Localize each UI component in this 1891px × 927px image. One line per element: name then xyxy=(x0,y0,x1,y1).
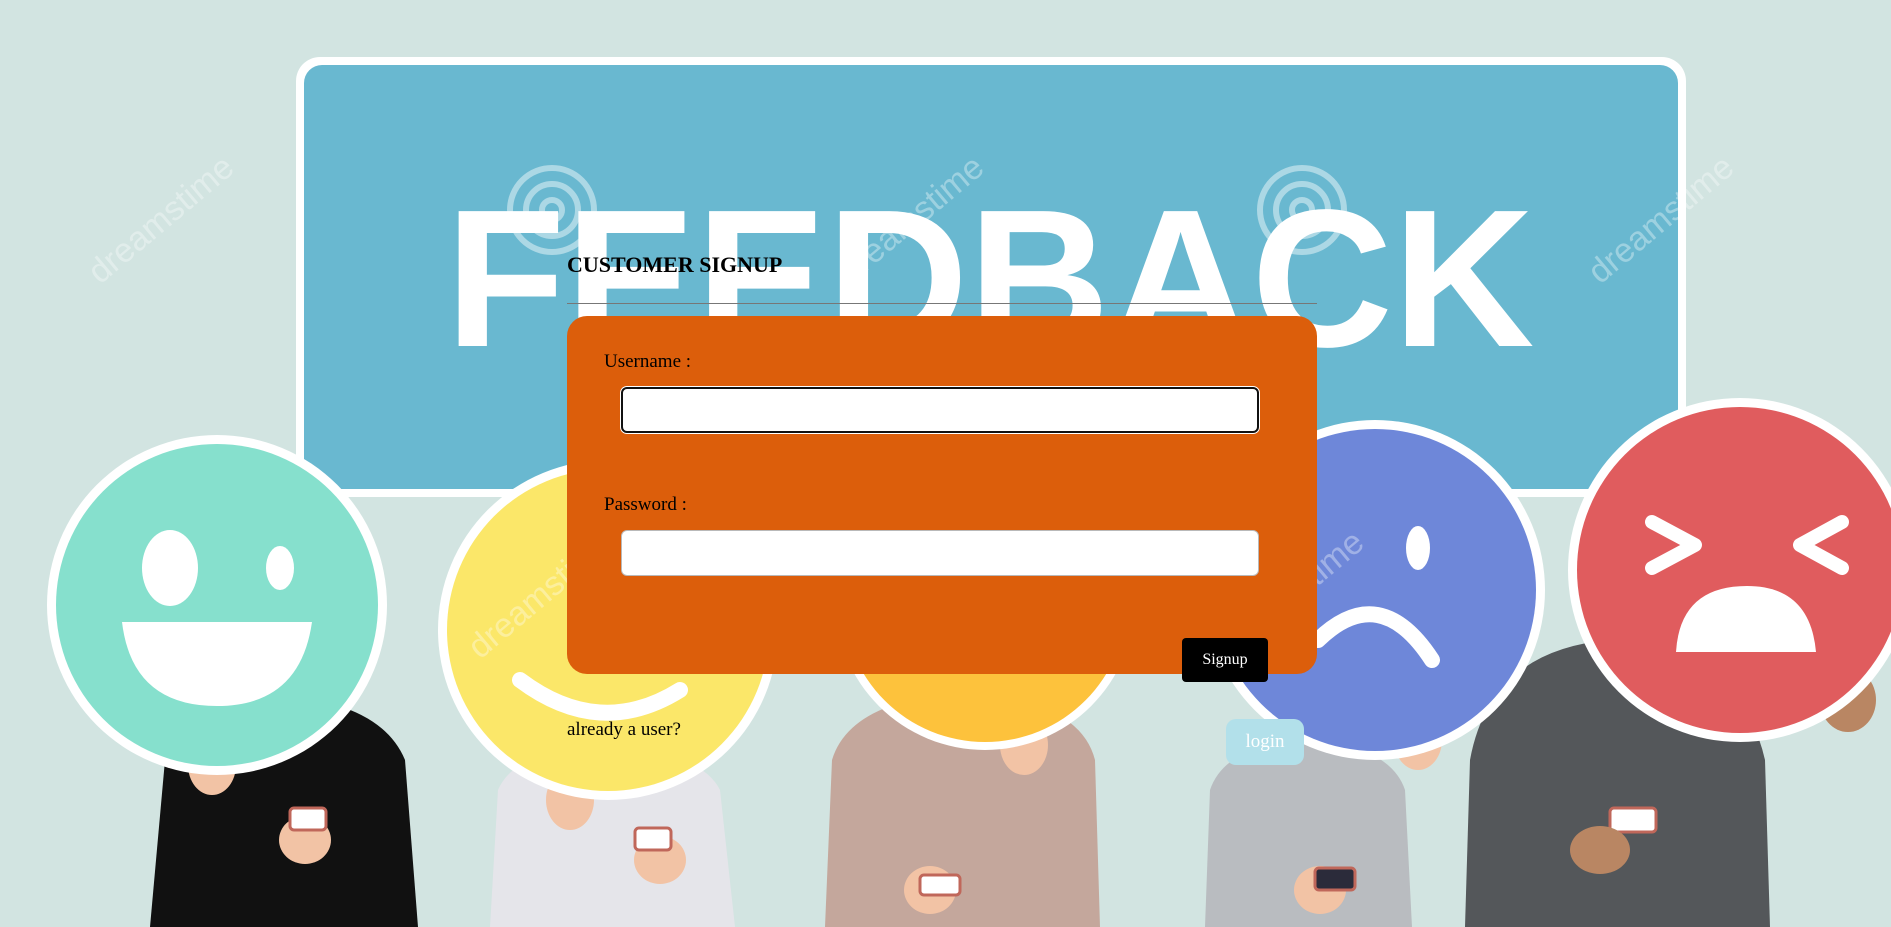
login-button[interactable]: login xyxy=(1226,719,1304,765)
password-label: Password : xyxy=(604,494,687,515)
already-user-text: already a user? xyxy=(567,719,681,740)
username-input[interactable] xyxy=(621,387,1259,433)
username-label: Username : xyxy=(604,351,692,372)
password-input[interactable] xyxy=(621,530,1259,576)
page-title: CUSTOMER SIGNUP xyxy=(567,252,783,277)
signup-form-card: Username : Password : Signup xyxy=(567,316,1317,682)
title-divider xyxy=(567,303,1317,304)
signup-button[interactable]: Signup xyxy=(1182,638,1268,682)
